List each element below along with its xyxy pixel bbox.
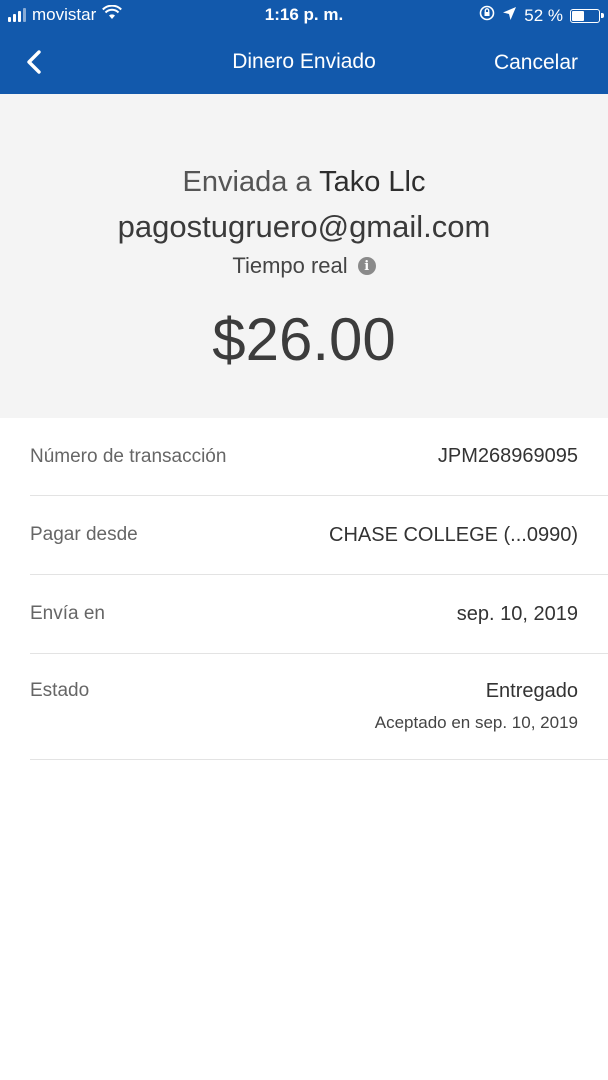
detail-row-pay-from: Pagar desde CHASE COLLEGE (...0990) [30, 496, 608, 575]
nav-bar: Dinero Enviado Cancelar [0, 32, 608, 94]
detail-label: Pagar desde [30, 524, 138, 545]
status-values: Entregado Aceptado en sep. 10, 2019 [375, 680, 578, 733]
top-bar: movistar 1:16 p. m. 52 % Dinero Enviado … [0, 0, 608, 94]
battery-icon [570, 8, 604, 23]
detail-value: CHASE COLLEGE (...0990) [329, 523, 578, 546]
rotation-lock-icon [479, 5, 495, 26]
detail-row-send-on: Envía en sep. 10, 2019 [30, 575, 608, 654]
delivery-speed-label: Tiempo real [232, 253, 348, 278]
details-list: Número de transacción JPM268969095 Pagar… [0, 418, 608, 760]
sent-to-line: Enviada a Tako Llc [0, 94, 608, 199]
location-icon [502, 6, 517, 26]
detail-row-transaction: Número de transacción JPM268969095 [30, 418, 608, 496]
detail-row-status: Estado Entregado Aceptado en sep. 10, 20… [30, 654, 608, 760]
detail-label: Número de transacción [30, 445, 227, 467]
delivery-speed: Tiempo real i [0, 253, 608, 279]
battery-percent: 52 % [524, 5, 563, 25]
recipient-email: pagostugruero@gmail.com [117, 209, 491, 244]
detail-value: sep. 10, 2019 [456, 602, 578, 625]
info-icon[interactable]: i [357, 257, 376, 275]
payment-summary: Enviada a Tako Llc pagostugruero@gmail.c… [0, 94, 608, 418]
detail-label: Estado [30, 680, 90, 701]
amount: $26.00 [212, 306, 396, 373]
battery-fill [572, 10, 584, 21]
sent-prefix: Enviada a [182, 166, 312, 198]
status-right: 52 % [479, 5, 604, 26]
recipient-name: Tako Llc [319, 166, 426, 198]
status-value: Entregado [485, 680, 578, 702]
status-bar: movistar 1:16 p. m. 52 % [0, 0, 608, 32]
detail-value: JPM268969095 [437, 445, 578, 467]
cancel-button[interactable]: Cancelar [494, 51, 578, 75]
detail-label: Envía en [30, 603, 105, 624]
status-accepted-date: Aceptado en sep. 10, 2019 [374, 713, 578, 732]
